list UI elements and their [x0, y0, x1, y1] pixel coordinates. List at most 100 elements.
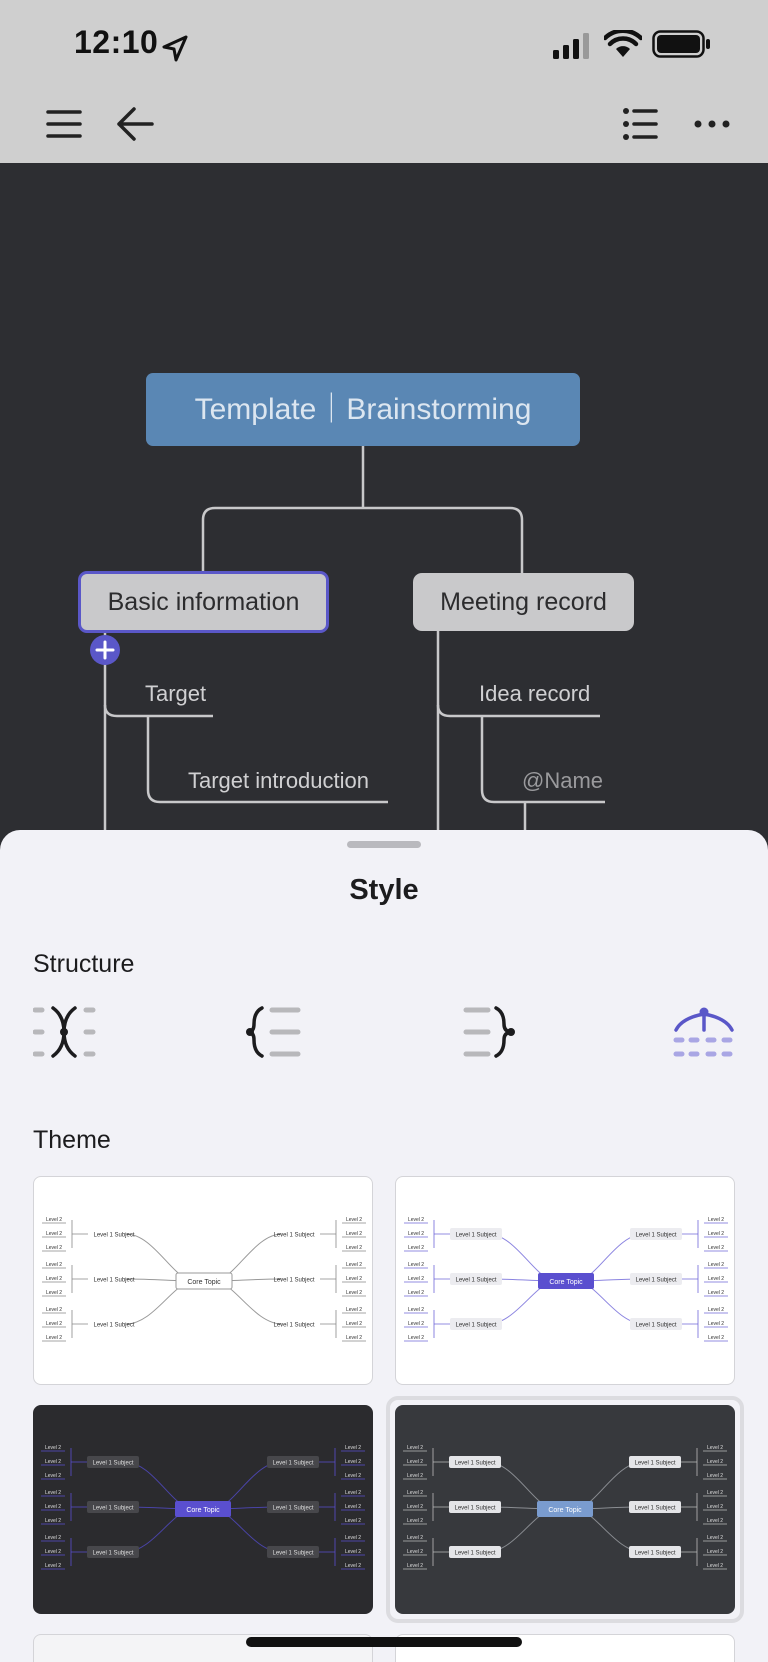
- svg-text:Level 1 Subject: Level 1 Subject: [454, 1461, 495, 1467]
- svg-text:Level 2: Level 2: [45, 1473, 61, 1479]
- theme-card-light-purple[interactable]: Core Topic Level 1 Subject Level 2 Level 2 L…: [395, 1176, 735, 1385]
- svg-text:Level 2: Level 2: [346, 1262, 362, 1268]
- theme-preview: Core Topic Level 1 Subject Level 2 Level 2 L…: [403, 1445, 727, 1570]
- svg-text:Level 1 Subject: Level 1 Subject: [634, 1506, 675, 1512]
- left-tree-structure-icon[interactable]: [244, 1004, 310, 1060]
- svg-text:Level 2: Level 2: [707, 1563, 723, 1569]
- theme-preview: Core Topic Level 1 Subject Level 2 Level 2 L…: [41, 1445, 365, 1570]
- svg-text:Level 2: Level 2: [346, 1217, 362, 1223]
- svg-text:Level 2: Level 2: [707, 1473, 723, 1479]
- add-subtopic-plus-icon[interactable]: [89, 634, 121, 666]
- svg-text:Level 1 Subject: Level 1 Subject: [93, 1278, 134, 1284]
- svg-text:Level 2: Level 2: [407, 1459, 423, 1465]
- theme-card-dark-blue[interactable]: Core Topic Level 1 Subject Level 2 Level 2 L…: [395, 1405, 735, 1614]
- svg-text:Level 2: Level 2: [408, 1245, 424, 1251]
- svg-text:Level 1 Subject: Level 1 Subject: [92, 1461, 133, 1467]
- svg-text:Core Topic: Core Topic: [187, 1279, 221, 1286]
- svg-text:Level 2: Level 2: [346, 1290, 362, 1296]
- topic-name-placeholder[interactable]: @Name: [522, 768, 603, 794]
- svg-text:Level 2: Level 2: [707, 1549, 723, 1555]
- svg-text:Level 2: Level 2: [408, 1290, 424, 1296]
- svg-text:Level 1 Subject: Level 1 Subject: [454, 1506, 495, 1512]
- svg-text:Level 2: Level 2: [345, 1563, 361, 1569]
- svg-text:Core Topic: Core Topic: [186, 1507, 220, 1514]
- topic-meeting-record[interactable]: Meeting record: [413, 573, 634, 631]
- svg-text:Level 2: Level 2: [407, 1490, 423, 1496]
- svg-text:Level 1 Subject: Level 1 Subject: [273, 1233, 314, 1239]
- svg-text:Level 2: Level 2: [708, 1307, 724, 1313]
- topic-target-introduction[interactable]: Target introduction: [188, 768, 369, 794]
- svg-text:Level 2: Level 2: [707, 1445, 723, 1451]
- svg-text:Level 2: Level 2: [708, 1335, 724, 1341]
- svg-text:Level 2: Level 2: [45, 1549, 61, 1555]
- svg-text:Level 2: Level 2: [45, 1563, 61, 1569]
- svg-text:Level 2: Level 2: [46, 1217, 62, 1223]
- svg-text:Level 2: Level 2: [346, 1307, 362, 1313]
- svg-text:Level 2: Level 2: [345, 1445, 361, 1451]
- svg-text:Level 1 Subject: Level 1 Subject: [272, 1461, 313, 1467]
- svg-text:Level 1 Subject: Level 1 Subject: [92, 1506, 133, 1512]
- svg-text:Level 2: Level 2: [407, 1563, 423, 1569]
- svg-text:Level 2: Level 2: [346, 1231, 362, 1237]
- svg-text:Core Topic: Core Topic: [549, 1279, 583, 1286]
- org-chart-structure-icon[interactable]: [672, 1004, 738, 1060]
- right-tree-structure-icon[interactable]: [462, 1004, 528, 1060]
- svg-text:Level 1 Subject: Level 1 Subject: [455, 1233, 496, 1239]
- svg-text:Level 2: Level 2: [708, 1245, 724, 1251]
- svg-text:Level 2: Level 2: [408, 1231, 424, 1237]
- svg-text:Level 2: Level 2: [45, 1518, 61, 1524]
- svg-text:Level 2: Level 2: [708, 1262, 724, 1268]
- theme-preview: Core Topic Level 1 Subject Level 2 Level 2 L…: [404, 1217, 728, 1342]
- svg-text:Level 2: Level 2: [345, 1518, 361, 1524]
- sheet-grabber[interactable]: [347, 841, 421, 848]
- svg-text:Level 2: Level 2: [45, 1459, 61, 1465]
- svg-text:Level 2: Level 2: [407, 1518, 423, 1524]
- svg-text:Level 2: Level 2: [345, 1535, 361, 1541]
- mind-map-structure-icon[interactable]: [33, 1004, 99, 1060]
- topic-idea-record[interactable]: Idea record: [479, 681, 590, 707]
- svg-text:Level 2: Level 2: [346, 1245, 362, 1251]
- svg-text:Level 2: Level 2: [46, 1231, 62, 1237]
- svg-text:Level 1 Subject: Level 1 Subject: [635, 1278, 676, 1284]
- svg-text:Level 1 Subject: Level 1 Subject: [272, 1506, 313, 1512]
- svg-text:Level 2: Level 2: [708, 1290, 724, 1296]
- svg-text:Level 2: Level 2: [408, 1217, 424, 1223]
- topic-basic-information[interactable]: Basic information: [78, 571, 329, 633]
- svg-text:Level 2: Level 2: [407, 1504, 423, 1510]
- svg-text:Level 1 Subject: Level 1 Subject: [635, 1323, 676, 1329]
- theme-card-dark-purple[interactable]: Core Topic Level 1 Subject Level 2 Level 2 L…: [33, 1405, 373, 1614]
- svg-text:Core Topic: Core Topic: [548, 1507, 582, 1514]
- root-topic[interactable]: Template｜Brainstorming: [146, 373, 580, 446]
- svg-text:Level 2: Level 2: [46, 1335, 62, 1341]
- svg-text:Level 1 Subject: Level 1 Subject: [455, 1323, 496, 1329]
- theme-preview: Core Topic Level 1 Subject Level 2 Level 2 L…: [42, 1217, 366, 1342]
- svg-text:Level 2: Level 2: [708, 1321, 724, 1327]
- svg-text:Level 1 Subject: Level 1 Subject: [635, 1233, 676, 1239]
- svg-text:Level 2: Level 2: [407, 1473, 423, 1479]
- theme-card-light-classic[interactable]: Core Topic Level 1 Subject Level 2 Level 2 L…: [33, 1176, 373, 1385]
- svg-text:Level 2: Level 2: [45, 1504, 61, 1510]
- svg-text:Level 2: Level 2: [46, 1245, 62, 1251]
- topic-target[interactable]: Target: [145, 681, 206, 707]
- theme-heading: Theme: [33, 1126, 111, 1154]
- svg-text:Level 2: Level 2: [346, 1276, 362, 1282]
- svg-text:Level 2: Level 2: [707, 1535, 723, 1541]
- svg-text:Level 1 Subject: Level 1 Subject: [93, 1233, 134, 1239]
- svg-text:Level 2: Level 2: [408, 1335, 424, 1341]
- svg-text:Level 2: Level 2: [408, 1307, 424, 1313]
- svg-text:Level 2: Level 2: [345, 1549, 361, 1555]
- svg-text:Level 2: Level 2: [708, 1231, 724, 1237]
- svg-text:Level 2: Level 2: [408, 1262, 424, 1268]
- svg-text:Level 2: Level 2: [708, 1217, 724, 1223]
- svg-text:Level 1 Subject: Level 1 Subject: [273, 1278, 314, 1284]
- svg-text:Level 2: Level 2: [407, 1549, 423, 1555]
- svg-text:Level 2: Level 2: [345, 1459, 361, 1465]
- svg-text:Level 2: Level 2: [707, 1518, 723, 1524]
- svg-text:Level 2: Level 2: [45, 1490, 61, 1496]
- svg-text:Level 2: Level 2: [345, 1504, 361, 1510]
- svg-text:Level 1 Subject: Level 1 Subject: [454, 1551, 495, 1557]
- structure-heading: Structure: [33, 950, 135, 978]
- svg-text:Level 1 Subject: Level 1 Subject: [455, 1278, 496, 1284]
- svg-text:Level 2: Level 2: [46, 1307, 62, 1313]
- svg-text:Level 2: Level 2: [45, 1445, 61, 1451]
